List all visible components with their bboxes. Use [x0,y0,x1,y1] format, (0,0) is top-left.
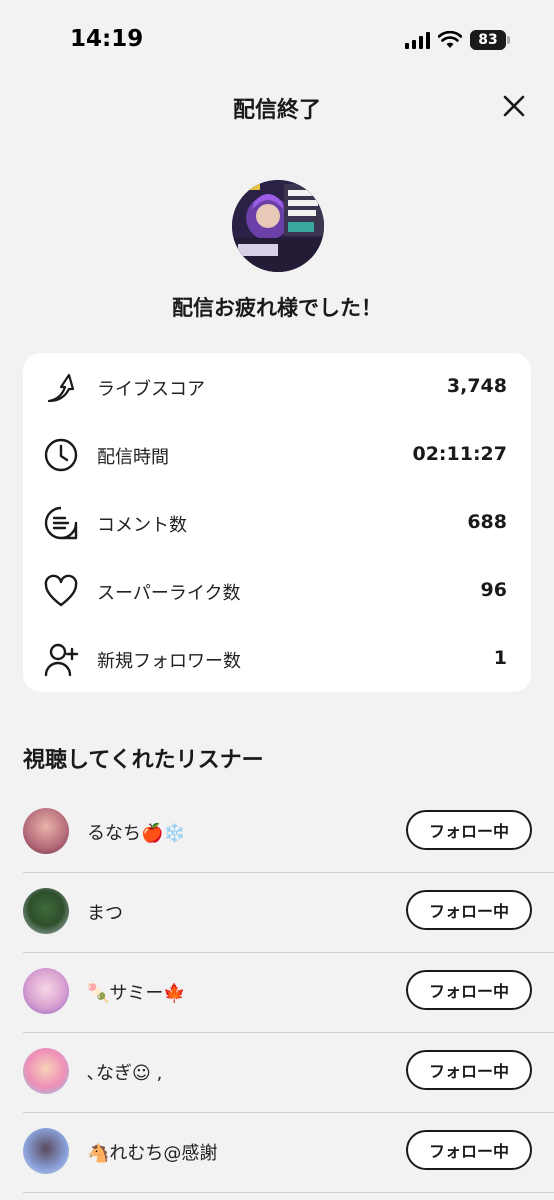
stat-row-comments: コメント数 688 [23,489,531,557]
heart-icon [44,574,78,607]
divider [23,1192,554,1193]
status-time: 14:19 [70,26,144,52]
following-button[interactable]: フォロー中 [406,970,532,1010]
wifi-icon [438,31,462,48]
stat-value: 96 [480,579,507,601]
stat-label: 配信時間 [97,447,169,468]
listener-row[interactable]: 🍡サミー🍁 フォロー中 [23,953,554,1033]
stat-row-new-followers: 新規フォロワー数 1 [23,625,531,693]
host-avatar [232,180,324,272]
listener-name: るなち🍎❄️ [87,823,186,844]
stat-row-live-score: ライブスコア 3,748 [23,353,531,421]
stat-row-stream-time: 配信時間 02:11:27 [23,421,531,489]
stat-label: スーパーライク数 [97,583,241,604]
following-button[interactable]: フォロー中 [406,1050,532,1090]
stats-card: ライブスコア 3,748 配信時間 02:11:27 コメント数 688 スーパ… [23,353,531,692]
status-bar: 14:19 83 [0,0,554,80]
listener-name: まつ [87,903,123,924]
stat-label: コメント数 [97,515,187,536]
listener-row[interactable]: るなち🍎❄️ フォロー中 [23,793,554,873]
comment-icon [44,506,78,540]
listener-row[interactable]: まつ フォロー中 [23,873,554,953]
stat-row-super-likes: スーパーライク数 96 [23,557,531,625]
listener-name: 🐴れむち@感謝 [87,1143,218,1164]
close-icon[interactable] [502,94,526,118]
stat-value: 688 [467,511,507,533]
stat-label: ライブスコア [97,379,205,400]
avatar [23,1128,69,1174]
add-user-icon [44,643,79,677]
battery-indicator: 83 [470,30,510,50]
live-score-icon [47,373,75,403]
avatar [23,808,69,854]
listener-name: ､なぎ☺︎ ‚ [87,1063,163,1084]
listener-name: 🍡サミー🍁 [87,983,186,1004]
stat-value: 1 [493,647,507,669]
status-icons: 83 [405,30,510,50]
avatar [23,1048,69,1094]
page-title: 配信終了 [232,98,321,123]
signal-icon [405,31,430,49]
listener-row[interactable]: ､なぎ☺︎ ‚ フォロー中 [23,1033,554,1113]
stat-value: 3,748 [446,375,507,397]
avatar [23,888,69,934]
following-button[interactable]: フォロー中 [406,810,532,850]
avatar [23,968,69,1014]
stat-value: 02:11:27 [412,443,507,465]
stat-label: 新規フォロワー数 [97,651,241,672]
clock-icon [44,438,78,472]
following-button[interactable]: フォロー中 [406,890,532,930]
stream-done-message: 配信お疲れ様でした！ [172,296,382,320]
following-button[interactable]: フォロー中 [406,1130,532,1170]
listeners-section-title: 視聴してくれたリスナー [23,748,264,773]
listener-row[interactable]: 🐴れむち@感謝 フォロー中 [23,1113,554,1193]
